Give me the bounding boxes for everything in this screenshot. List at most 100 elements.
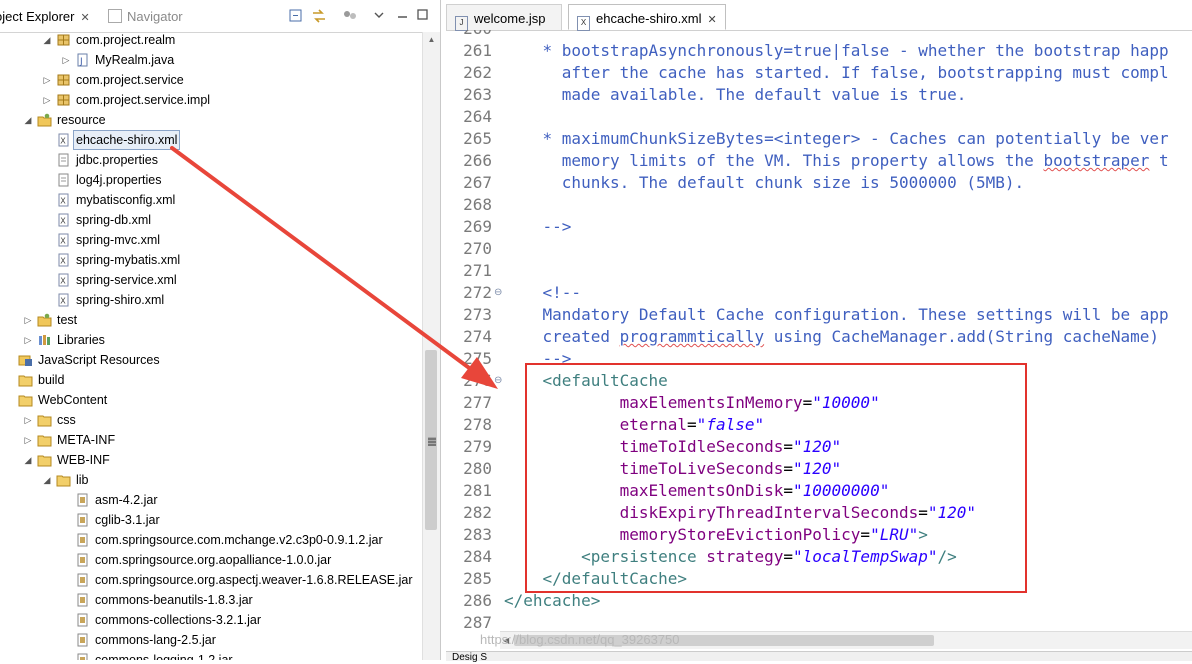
tree-item-label: com.springsource.org.aopalliance-1.0.0.j… bbox=[95, 553, 332, 567]
tree-item-label: ehcache-shiro.xml bbox=[73, 130, 181, 150]
folder-icon bbox=[37, 453, 52, 467]
code-line: * maximumChunkSizeBytes=<integer> - Cach… bbox=[504, 129, 1169, 148]
line-number: 284 bbox=[463, 547, 492, 566]
package-icon bbox=[56, 93, 71, 107]
collapse-all-icon[interactable] bbox=[288, 7, 304, 25]
line-number: 269 bbox=[463, 217, 492, 236]
expand-arrow-down-icon[interactable]: ◢ bbox=[23, 110, 33, 130]
project-explorer-panel: oject Explorer ✕ Navigator ◢ com.project.r… bbox=[0, 0, 441, 660]
tree-item-label: com.springsource.org.aspectj.weaver-1.6.… bbox=[95, 573, 413, 587]
tab-navigator-label: Navigator bbox=[127, 9, 183, 24]
fold-toggle-icon[interactable]: ⊖ bbox=[494, 370, 502, 392]
jar-icon bbox=[75, 633, 90, 647]
line-number: 274 bbox=[463, 327, 492, 346]
expand-arrow-right-icon[interactable]: ▷ bbox=[23, 330, 33, 350]
tree-item-label: css bbox=[57, 413, 76, 427]
tab-project-explorer-label: oject Explorer bbox=[0, 9, 75, 24]
line-number: 266 bbox=[463, 151, 492, 170]
svg-text:X: X bbox=[60, 197, 66, 206]
watermark-text: https://blog.csdn.net/qq_39263750 bbox=[480, 632, 680, 647]
tab-ehcache-shiro-xml[interactable]: Xehcache-shiro.xml ✕ bbox=[568, 4, 726, 31]
bottom-tab-fragment: Desig S bbox=[452, 652, 488, 663]
expand-arrow-right-icon[interactable]: ▷ bbox=[23, 430, 33, 450]
tree-item-label: resource bbox=[57, 113, 106, 127]
xml-file-icon: X bbox=[56, 213, 71, 227]
jsp-file-icon: J bbox=[455, 16, 468, 31]
expand-arrow-down-icon[interactable]: ◢ bbox=[42, 470, 52, 490]
source-folder-icon bbox=[37, 313, 52, 327]
expand-arrow-right-icon[interactable]: ▷ bbox=[23, 310, 33, 330]
line-number: 286 bbox=[463, 591, 492, 610]
expand-arrow-right-icon[interactable]: ▷ bbox=[61, 50, 71, 70]
folder-icon bbox=[37, 413, 52, 427]
tree-item-label: Libraries bbox=[57, 333, 105, 347]
explorer-view-tabs: oject Explorer ✕ Navigator bbox=[0, 0, 440, 33]
expand-arrow-right-icon[interactable]: ▷ bbox=[23, 410, 33, 430]
code-line: chunks. The default chunk size is 500000… bbox=[504, 173, 1025, 192]
tab-navigator[interactable]: Navigator bbox=[108, 0, 183, 32]
text-file-icon bbox=[56, 173, 71, 187]
line-number: 265 bbox=[463, 129, 492, 148]
package-icon bbox=[56, 73, 71, 87]
folder-icon bbox=[18, 373, 33, 387]
line-number: 282 bbox=[463, 503, 492, 522]
close-icon[interactable]: ✕ bbox=[708, 14, 717, 26]
scroll-up-arrow-icon[interactable]: ▲ bbox=[423, 32, 440, 48]
jar-icon bbox=[75, 613, 90, 627]
fold-toggle-icon[interactable]: ⊖ bbox=[494, 282, 502, 304]
line-number: 271 bbox=[463, 261, 492, 280]
tree-item-label: commons-collections-3.2.1.jar bbox=[95, 613, 262, 627]
expand-arrow-right-icon[interactable]: ▷ bbox=[42, 90, 52, 110]
code-line: Mandatory Default Cache configuration. T… bbox=[504, 305, 1169, 324]
line-number: 280 bbox=[463, 459, 492, 478]
line-number: 260 bbox=[446, 30, 492, 40]
xml-file-icon: X bbox=[56, 253, 71, 267]
line-number: 264 bbox=[463, 107, 492, 126]
view-menu-dots-icon[interactable] bbox=[342, 7, 358, 25]
js-resources-icon bbox=[18, 353, 33, 367]
tab-project-explorer[interactable]: oject Explorer ✕ bbox=[0, 0, 90, 32]
text-file-icon bbox=[56, 153, 71, 167]
line-number: 283 bbox=[463, 525, 492, 544]
explorer-vertical-scrollbar[interactable]: ▲ ▬ ▬ ▬ bbox=[422, 32, 440, 660]
scrollbar-grip-icon: ▬ ▬ ▬ bbox=[428, 433, 436, 448]
jar-icon bbox=[75, 653, 90, 660]
highlight-box bbox=[525, 363, 1027, 593]
tree-item-label: spring-shiro.xml bbox=[76, 293, 165, 307]
svg-text:X: X bbox=[60, 217, 66, 226]
java-file-icon: J bbox=[75, 53, 90, 67]
tree-item-label: JavaScript Resources bbox=[38, 353, 160, 367]
line-number: 277 bbox=[463, 393, 492, 412]
line-number: 279 bbox=[463, 437, 492, 456]
folder-icon bbox=[18, 393, 33, 407]
xml-file-icon: X bbox=[56, 293, 71, 307]
tree-item-label: WebContent bbox=[38, 393, 108, 407]
line-number: 262 bbox=[463, 63, 492, 82]
jar-icon bbox=[75, 573, 90, 587]
tree-item-label: test bbox=[57, 313, 78, 327]
line-number: 268 bbox=[463, 195, 492, 214]
line-number: 275 bbox=[463, 349, 492, 368]
line-number: 270 bbox=[463, 239, 492, 258]
svg-text:X: X bbox=[60, 137, 66, 146]
minimize-icon[interactable] bbox=[396, 7, 410, 25]
tree-item-label: build bbox=[38, 373, 65, 387]
jar-icon bbox=[75, 513, 90, 527]
package-icon bbox=[56, 33, 71, 47]
tab-welcome-jsp[interactable]: Jwelcome.jsp bbox=[446, 4, 562, 31]
tree-item-label: lib bbox=[76, 473, 89, 487]
xml-file-icon: X bbox=[56, 193, 71, 207]
line-number: 278 bbox=[463, 415, 492, 434]
maximize-icon[interactable] bbox=[416, 7, 430, 25]
code-line: made available. The default value is tru… bbox=[504, 85, 967, 104]
expand-arrow-down-icon[interactable]: ◢ bbox=[42, 30, 52, 50]
expand-arrow-right-icon[interactable]: ▷ bbox=[42, 70, 52, 90]
link-with-editor-icon[interactable] bbox=[310, 7, 328, 25]
line-number: 276 bbox=[463, 371, 492, 390]
view-menu-chevron-icon[interactable] bbox=[373, 7, 385, 25]
tree-item-label: com.springsource.com.mchange.v2.c3p0-0.9… bbox=[95, 533, 383, 547]
expand-arrow-down-icon[interactable]: ◢ bbox=[23, 450, 33, 470]
tree-item-label: MyRealm.java bbox=[95, 53, 175, 67]
line-number: 285 bbox=[463, 569, 492, 588]
xml-file-icon: X bbox=[577, 16, 590, 31]
